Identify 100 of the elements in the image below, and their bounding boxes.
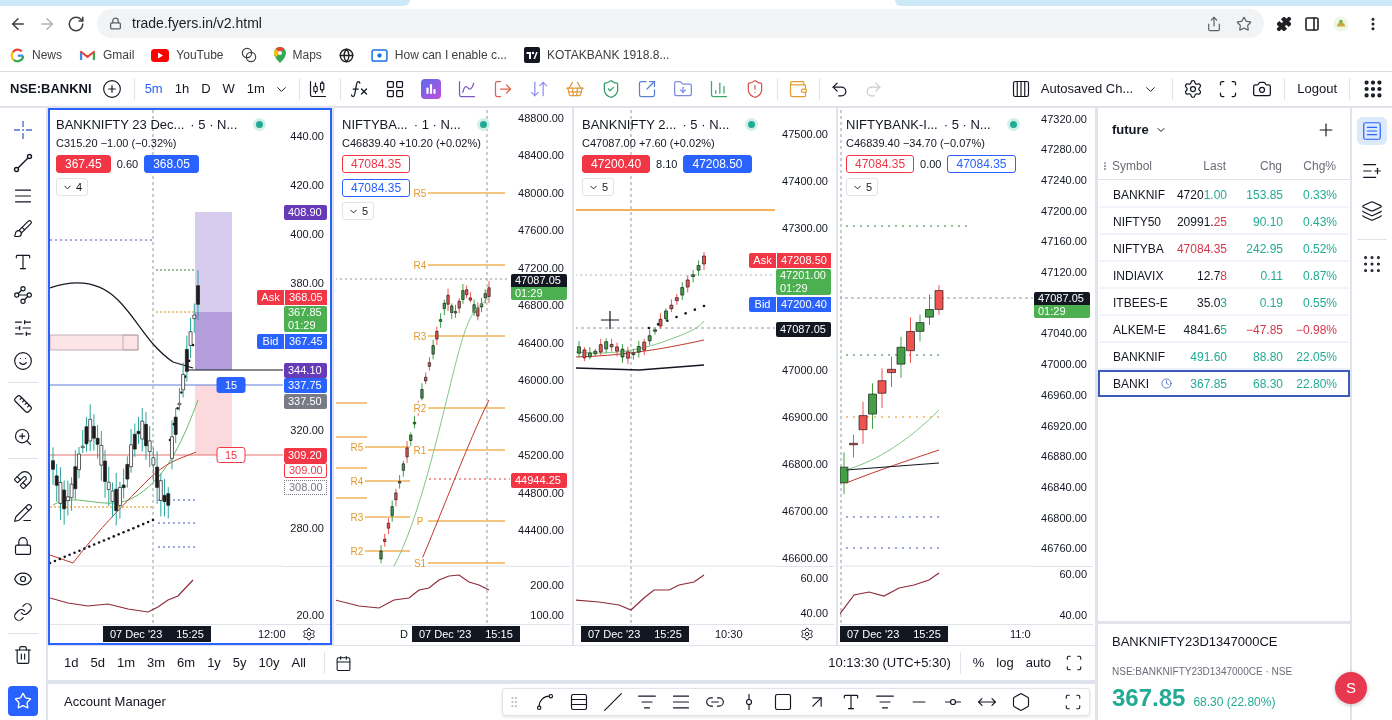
fullscreen-icon[interactable] [1218, 79, 1239, 99]
puzzle-icon[interactable] [1276, 15, 1292, 32]
symbol-search[interactable]: NSE:BANKNI [10, 81, 92, 97]
watchlist-dropdown[interactable]: future [1112, 120, 1167, 140]
symbol-cell-text: ITBEES-E [1113, 294, 1168, 312]
bookmark-link[interactable]: News [32, 46, 62, 64]
rows-icon[interactable] [569, 692, 589, 712]
chart-tile-icon[interactable] [420, 79, 441, 99]
range-option[interactable]: 5d [90, 653, 105, 673]
diagonal-line-icon[interactable] [603, 692, 623, 712]
folder-download-icon[interactable] [672, 79, 693, 99]
price-axis-label: 440.00 [290, 130, 324, 142]
range-option[interactable]: 3m [147, 653, 166, 673]
camera-icon[interactable] [1252, 79, 1273, 99]
bar-chart-icon[interactable] [708, 79, 729, 99]
sliders-icon[interactable] [13, 317, 33, 338]
scale-option[interactable]: % [972, 653, 985, 673]
interval-option[interactable]: 1h [173, 79, 191, 99]
price-label: 408.90 [284, 204, 327, 220]
address-bar[interactable]: trade.fyers.in/v2.html [97, 9, 1264, 38]
crosshair-time-label: 07 Dec '23 15:25 [840, 626, 948, 642]
settings-icon[interactable] [800, 627, 814, 641]
up-down-arrows-icon[interactable] [528, 79, 549, 99]
line-chart-icon[interactable] [456, 79, 477, 99]
column-header[interactable]: Chg% [1282, 156, 1336, 175]
bookmark-link[interactable]: YouTube [176, 46, 224, 64]
scale-option[interactable]: log [996, 653, 1014, 673]
price-axis-label: 47040.00 [1041, 328, 1087, 340]
side-panel-icon[interactable] [1304, 15, 1320, 32]
column-header[interactable]: Chg [1226, 156, 1282, 175]
change-percent-cell-text: 22.05% [1295, 348, 1337, 366]
fullscreen-icon[interactable] [1065, 654, 1083, 672]
settings-icon[interactable] [1183, 79, 1204, 99]
trash-icon[interactable] [13, 644, 33, 665]
last-price-cell-text: 12.78 [1195, 267, 1227, 285]
hexagon-icon[interactable] [1011, 692, 1031, 712]
grid-icon[interactable] [384, 79, 405, 99]
bookmark-link[interactable]: KOTAKBANK 1918.8... [546, 46, 670, 64]
price-axis-label: 47120.00 [1041, 267, 1087, 278]
interval-option[interactable]: D [200, 79, 212, 99]
interval-option[interactable]: 5m [143, 79, 164, 99]
crosshair-time-label: 07 Dec '23 15:25 [581, 626, 689, 642]
settings-icon[interactable] [302, 627, 316, 641]
range-option[interactable]: 5y [232, 653, 247, 673]
pencil-icon[interactable] [13, 502, 33, 523]
bookmark-link[interactable]: Maps [292, 46, 322, 64]
column-header[interactable]: Symbol [1112, 156, 1174, 175]
reload-icon[interactable] [67, 14, 85, 33]
list-icon[interactable] [1357, 117, 1387, 145]
link-icon[interactable] [13, 601, 33, 622]
calendar-icon[interactable] [335, 654, 352, 672]
star-icon[interactable] [1236, 15, 1252, 32]
timezone-clock[interactable]: 10:13:30 (UTC+5:30) [828, 653, 951, 673]
price-axis-label: 47500.00 [782, 128, 828, 140]
price-axis-label: 46700.00 [782, 506, 828, 518]
interval-option[interactable]: 1m [245, 79, 266, 99]
candles-icon[interactable] [307, 79, 328, 99]
smiley-icon[interactable] [13, 350, 33, 371]
detail-exchange: NSE:BANKNIFTY23D1347000CE · NSE [1112, 666, 1294, 678]
watchlist-row[interactable]: BANKI 367.85 68.30 22.80% [1098, 370, 1350, 397]
bookmark-link[interactable]: Gmail [103, 46, 135, 64]
lock-icon[interactable] [13, 535, 33, 556]
change-cell-text: 0.19 [1258, 294, 1283, 312]
exit-icon[interactable] [492, 79, 513, 99]
zoom-in-icon[interactable] [13, 426, 33, 447]
line-tool-icon[interactable] [13, 152, 33, 173]
expand-chart-icon[interactable] [636, 79, 657, 99]
function-icon[interactable] [348, 79, 369, 99]
change-percent-cell-text: 0.33% [1301, 186, 1337, 204]
range-option[interactable]: All [291, 653, 306, 673]
range-option[interactable]: 6m [177, 653, 196, 673]
panel-title[interactable]: Account Manager [64, 692, 166, 712]
magnet-icon[interactable] [13, 469, 33, 490]
nodes-icon[interactable] [13, 284, 33, 305]
change-percent-cell-text: 22.80% [1295, 375, 1337, 393]
ruler-icon[interactable] [13, 393, 33, 414]
crosshair-icon[interactable] [13, 119, 33, 140]
column-header[interactable]: Last [1174, 156, 1226, 175]
curve-icon[interactable] [535, 692, 555, 712]
layout-dropdown[interactable]: Autosaved Ch... [1040, 79, 1159, 99]
range-option[interactable]: 1d [64, 653, 79, 673]
price-axis-label: 20.00 [296, 609, 324, 621]
brush-icon[interactable] [13, 218, 33, 239]
range-option[interactable]: 1y [207, 653, 221, 673]
change-cell-text: 0.11 [1259, 267, 1283, 285]
interval-option[interactable]: W [221, 79, 236, 99]
apps-grid-icon[interactable] [1362, 78, 1384, 100]
logout-link[interactable]: Logout [1297, 79, 1337, 99]
price-axis-label: 46800.00 [1041, 512, 1087, 524]
scale-option[interactable]: auto [1025, 653, 1051, 673]
text-icon[interactable] [841, 692, 861, 712]
screen-icon [370, 48, 388, 62]
bookmark-link[interactable]: How can I enable c... [394, 46, 507, 64]
add-symbol-icon[interactable] [101, 79, 122, 99]
share-icon[interactable] [1206, 15, 1222, 32]
range-option[interactable]: 10y [258, 653, 280, 673]
columns-icon[interactable] [1010, 79, 1031, 99]
square-icon[interactable] [773, 692, 793, 712]
fullscreen-icon[interactable] [1064, 693, 1082, 711]
range-option[interactable]: 1m [116, 653, 135, 673]
